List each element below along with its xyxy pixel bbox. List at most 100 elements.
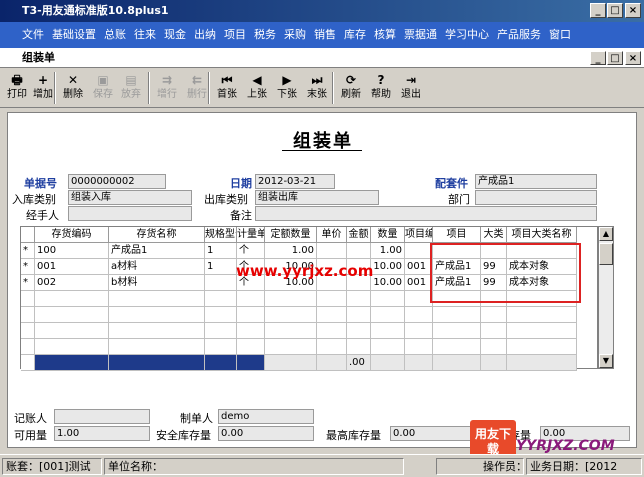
- grid-empty-cell[interactable]: [109, 339, 205, 355]
- toolbar-discard-button[interactable]: ▤ 放弃: [116, 71, 146, 105]
- grid-empty-cell[interactable]: [205, 307, 237, 323]
- grid-header[interactable]: 项目编码: [405, 227, 433, 243]
- grid-empty-cell[interactable]: [317, 291, 347, 307]
- grid-cell-amount[interactable]: [347, 243, 371, 259]
- grid-empty-cell[interactable]: [109, 323, 205, 339]
- scroll-up-arrow[interactable]: ▲: [599, 227, 613, 241]
- toolbar-last-button[interactable]: ⏭ 末张: [302, 71, 332, 105]
- grid-empty-cell[interactable]: [347, 339, 371, 355]
- grid-cell-code[interactable]: 100: [35, 243, 109, 259]
- grid-empty-cell[interactable]: [35, 339, 109, 355]
- grid-cell-projcode[interactable]: 001: [405, 259, 433, 275]
- grid-empty-cell[interactable]: [265, 323, 317, 339]
- toolbar-exit-button[interactable]: ⇥ 退出: [396, 71, 426, 105]
- menu-item-11[interactable]: 核算: [370, 22, 400, 48]
- grid-empty-cell[interactable]: [347, 323, 371, 339]
- grid-empty-cell[interactable]: [507, 323, 577, 339]
- menu-item-9[interactable]: 销售: [310, 22, 340, 48]
- grid-empty-cell[interactable]: [237, 291, 265, 307]
- grid-empty-cell[interactable]: [347, 291, 371, 307]
- grid-empty-cell[interactable]: [405, 307, 433, 323]
- minimize-button[interactable]: _: [590, 3, 606, 18]
- grid-empty-cell[interactable]: [237, 339, 265, 355]
- grid-cell-mark[interactable]: *: [21, 259, 35, 275]
- date-field[interactable]: 2012-03-21: [255, 174, 335, 189]
- grid-header[interactable]: 单价: [317, 227, 347, 243]
- toolbar-next-button[interactable]: ▶ 下张: [272, 71, 302, 105]
- grid-cell-quota[interactable]: 1.00: [265, 243, 317, 259]
- grid-empty-cell[interactable]: [371, 323, 405, 339]
- grid-cell-spec[interactable]: 1: [205, 243, 237, 259]
- grid-cell-code[interactable]: 001: [35, 259, 109, 275]
- grid-empty-cell[interactable]: [35, 355, 109, 371]
- toolbar-prev-button[interactable]: ◀ 上张: [242, 71, 272, 105]
- grid-empty-cell[interactable]: [433, 323, 481, 339]
- grid-empty-cell[interactable]: [405, 339, 433, 355]
- grid-header[interactable]: 项目: [433, 227, 481, 243]
- menu-item-8[interactable]: 采购: [280, 22, 310, 48]
- grid-header[interactable]: 计量单位: [237, 227, 265, 243]
- grid-empty-cell[interactable]: [481, 339, 507, 355]
- grid-empty-cell[interactable]: [371, 291, 405, 307]
- grid-empty-cell[interactable]: [507, 355, 577, 371]
- out-type-field[interactable]: 组装出库: [255, 190, 379, 205]
- grid-empty-cell[interactable]: [371, 307, 405, 323]
- grid-cell-name[interactable]: 产成品1: [109, 243, 205, 259]
- grid-empty-cell[interactable]: [481, 355, 507, 371]
- grid-header[interactable]: 定额数量: [265, 227, 317, 243]
- menu-item-1[interactable]: 基础设置: [48, 22, 100, 48]
- menu-item-13[interactable]: 学习中心: [441, 22, 493, 48]
- grid-empty-cell[interactable]: [481, 307, 507, 323]
- grid-cell-projcode[interactable]: [405, 243, 433, 259]
- child-maximize-button[interactable]: □: [607, 51, 623, 65]
- kit-field[interactable]: 产成品1: [475, 174, 597, 189]
- grid-empty-cell[interactable]: [481, 323, 507, 339]
- grid-empty-cell[interactable]: [35, 291, 109, 307]
- toolbar-help-button[interactable]: ? 帮助: [366, 71, 396, 105]
- grid-empty-cell[interactable]: [205, 291, 237, 307]
- grid-cell-name[interactable]: b材料: [109, 275, 205, 291]
- grid-empty-cell[interactable]: [265, 339, 317, 355]
- grid-cell-spec[interactable]: [205, 275, 237, 291]
- grid-empty-cell[interactable]: [205, 339, 237, 355]
- grid-empty-cell[interactable]: [265, 307, 317, 323]
- grid-empty-cell[interactable]: [405, 355, 433, 371]
- toolbar-add-row-button[interactable]: ⇉ 增行: [152, 71, 182, 105]
- grid-cell-mark[interactable]: *: [21, 275, 35, 291]
- grid-cell-unit[interactable]: 个: [237, 243, 265, 259]
- grid-empty-cell[interactable]: [433, 339, 481, 355]
- child-close-button[interactable]: ×: [625, 51, 641, 65]
- toolbar-save-button[interactable]: ▣ 保存: [88, 71, 118, 105]
- menu-item-4[interactable]: 现金: [160, 22, 190, 48]
- menu-item-14[interactable]: 产品服务: [493, 22, 545, 48]
- menu-item-15[interactable]: 窗口: [545, 22, 575, 48]
- grid-empty-cell[interactable]: [265, 355, 317, 371]
- grid-cell-qty[interactable]: 1.00: [371, 243, 405, 259]
- grid-header[interactable]: 存货编码: [35, 227, 109, 243]
- grid-empty-cell[interactable]: [405, 323, 433, 339]
- grid-empty-cell[interactable]: [205, 355, 237, 371]
- grid-scrollbar[interactable]: ▲ ▼: [598, 226, 614, 369]
- handler-field[interactable]: [68, 206, 192, 221]
- menu-item-5[interactable]: 出纳: [190, 22, 220, 48]
- grid-header[interactable]: 大类: [481, 227, 507, 243]
- maximize-button[interactable]: □: [607, 3, 623, 18]
- child-minimize-button[interactable]: _: [590, 51, 606, 65]
- grid-empty-cell[interactable]: [205, 323, 237, 339]
- menu-item-10[interactable]: 库存: [340, 22, 370, 48]
- dept-field[interactable]: [475, 190, 597, 205]
- grid-empty-cell[interactable]: [35, 323, 109, 339]
- close-button[interactable]: ×: [625, 3, 641, 18]
- grid-cell-name[interactable]: a材料: [109, 259, 205, 275]
- grid-empty-cell[interactable]: [21, 291, 35, 307]
- grid-empty-cell[interactable]: [35, 307, 109, 323]
- grid-cell-projcode[interactable]: 001: [405, 275, 433, 291]
- grid-empty-cell[interactable]: [317, 355, 347, 371]
- grid-cell-price[interactable]: [317, 243, 347, 259]
- grid-empty-cell[interactable]: [433, 355, 481, 371]
- toolbar-first-button[interactable]: ⏮ 首张: [212, 71, 242, 105]
- grid-empty-cell[interactable]: [317, 323, 347, 339]
- scroll-down-arrow[interactable]: ▼: [599, 354, 613, 368]
- menu-item-3[interactable]: 往来: [130, 22, 160, 48]
- doc-no-field[interactable]: 0000000002: [68, 174, 166, 189]
